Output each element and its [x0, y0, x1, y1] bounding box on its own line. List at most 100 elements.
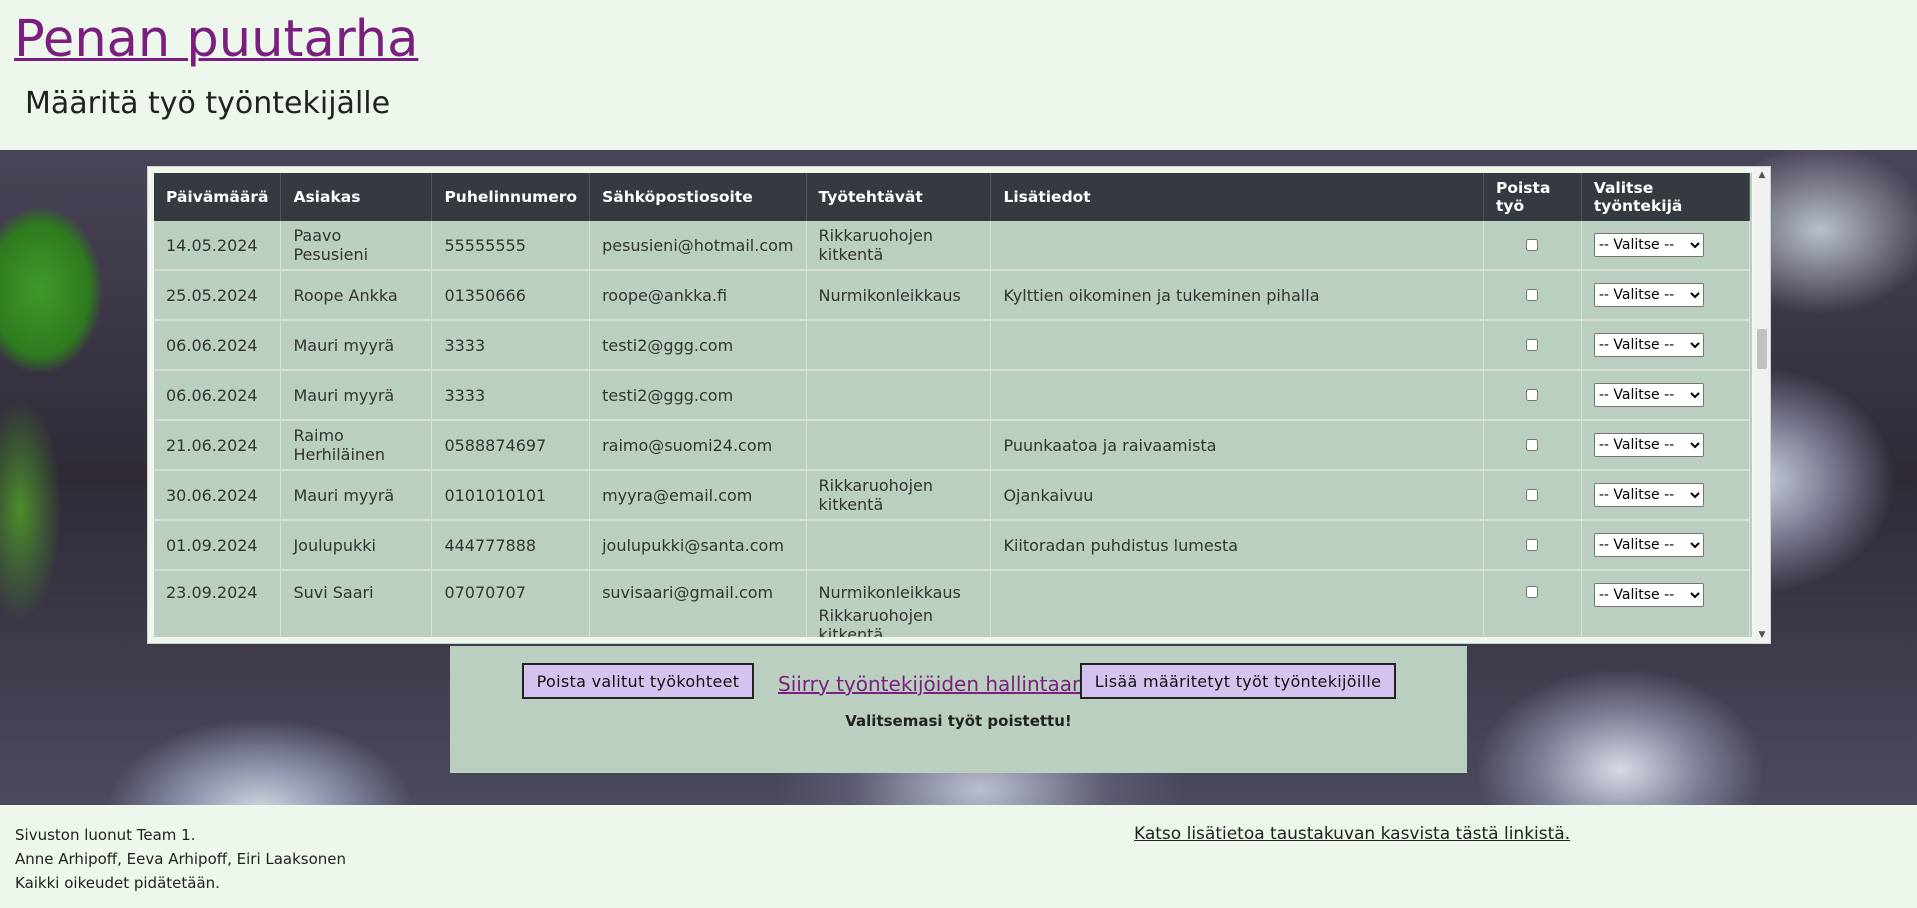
- cell-customer: Mauri myyrä: [280, 470, 433, 521]
- cell-worker: -- Valitse --: [1581, 420, 1751, 471]
- cell-delete: [1483, 320, 1582, 371]
- table-scrollbar[interactable]: ▲ ▼: [1754, 167, 1770, 643]
- delete-job-checkbox[interactable]: [1526, 338, 1539, 351]
- cell-customer: Mauri myyrä: [280, 370, 433, 421]
- cell-phone: 0588874697: [431, 420, 591, 471]
- header-customer: Asiakas: [280, 173, 433, 221]
- cell-delete: [1483, 270, 1582, 321]
- cell-email: pesusieni@hotmail.com: [589, 221, 807, 271]
- cell-worker: -- Valitse --: [1581, 570, 1751, 637]
- cell-tasks: [806, 320, 992, 371]
- cell-tasks: [806, 520, 992, 571]
- cell-tasks: Nurmikonleikkaus: [806, 270, 992, 321]
- cell-customer: Raimo Herhiläinen: [280, 420, 433, 471]
- cell-date: 30.06.2024: [154, 470, 282, 521]
- cell-tasks: Rikkaruohojen kitkentä: [806, 470, 992, 521]
- actions-panel: Poista valitut työkohteet Siirry työntek…: [450, 646, 1467, 773]
- cell-date: 23.09.2024: [154, 570, 282, 637]
- table-row: 06.06.2024 Mauri myyrä 3333 testi2@ggg.com -…: [154, 370, 1751, 421]
- manage-workers-link[interactable]: Siirry työntekijöiden hallintaan: [778, 672, 1085, 696]
- header-delete: Poista työ: [1483, 173, 1582, 221]
- worker-select[interactable]: -- Valitse --: [1593, 533, 1704, 557]
- header-date: Päivämäärä: [154, 173, 282, 221]
- cell-delete: [1483, 570, 1582, 637]
- cell-info: Puunkaatoa ja raivaamista: [990, 420, 1484, 471]
- header-worker: Valitse työntekijä: [1581, 173, 1751, 221]
- cell-tasks: Rikkaruohojen kitkentä: [806, 221, 992, 271]
- footer-line-2: Anne Arhipoff, Eeva Arhipoff, Eiri Laaks…: [15, 850, 347, 868]
- task-line: Rikkaruohojen kitkentä: [818, 606, 933, 637]
- footer-credits: Sivuston luonut Team 1. Anne Arhipoff, E…: [15, 823, 346, 895]
- cell-email: testi2@ggg.com: [589, 320, 807, 371]
- table-row: 21.06.2024 Raimo Herhiläinen 0588874697 rai…: [154, 420, 1751, 471]
- header-info: Lisätiedot: [990, 173, 1484, 221]
- footer-line-1: Sivuston luonut Team 1.: [15, 826, 196, 844]
- site-title-link[interactable]: Penan puutarha: [14, 8, 418, 72]
- cell-info: [990, 570, 1484, 637]
- cell-worker: -- Valitse --: [1581, 221, 1751, 271]
- page-title: Määritä työ työntekijälle: [25, 86, 391, 121]
- delete-job-checkbox[interactable]: [1526, 438, 1539, 451]
- cell-tasks: Nurmikonleikkaus Rikkaruohojen kitkentä: [806, 570, 992, 637]
- cell-date: 06.06.2024: [154, 370, 282, 421]
- assign-jobs-button[interactable]: Lisää määritetyt työt työntekijöille: [1080, 663, 1396, 699]
- scroll-down-icon[interactable]: ▼: [1754, 627, 1770, 643]
- background-info-link[interactable]: Katso lisätietoa taustakuvan kasvista tä…: [1134, 824, 1570, 844]
- worker-select[interactable]: -- Valitse --: [1593, 233, 1704, 257]
- header-phone: Puhelinnumero: [431, 173, 591, 221]
- delete-job-checkbox[interactable]: [1526, 586, 1539, 598]
- cell-phone: 55555555: [431, 221, 591, 271]
- cell-phone: 01350666: [431, 270, 591, 321]
- cell-customer: Mauri myyrä: [280, 320, 433, 371]
- cell-delete: [1483, 470, 1582, 521]
- task-line: Rikkaruohojen kitkentä: [818, 476, 933, 514]
- cell-date: 06.06.2024: [154, 320, 282, 371]
- cell-worker: -- Valitse --: [1581, 470, 1751, 521]
- cell-info: [990, 320, 1484, 371]
- table-row: 14.05.2024 Paavo Pesusieni 55555555 pesusie…: [154, 221, 1751, 271]
- header-tasks: Työtehtävät: [806, 173, 992, 221]
- scroll-up-icon[interactable]: ▲: [1754, 167, 1770, 183]
- cell-customer: Paavo Pesusieni: [280, 221, 433, 271]
- cell-customer: Joulupukki: [280, 520, 433, 571]
- cell-phone: 3333: [431, 370, 591, 421]
- table-row: 01.09.2024 Joulupukki 444777888 joulupukki@…: [154, 520, 1751, 571]
- cell-email: raimo@suomi24.com: [589, 420, 807, 471]
- cell-info: Kylttien oikominen ja tukeminen pihalla: [990, 270, 1484, 321]
- cell-date: 14.05.2024: [154, 221, 282, 271]
- table-row: 25.05.2024 Roope Ankka 01350666 roope@ankka…: [154, 270, 1751, 321]
- worker-select[interactable]: -- Valitse --: [1593, 333, 1704, 357]
- scrollbar-thumb[interactable]: [1757, 329, 1767, 369]
- jobs-table: Päivämäärä Asiakas Puhelinnumero Sähköpo…: [154, 173, 1751, 637]
- cell-date: 01.09.2024: [154, 520, 282, 571]
- delete-job-checkbox[interactable]: [1526, 488, 1539, 501]
- cell-worker: -- Valitse --: [1581, 370, 1751, 421]
- cell-date: 21.06.2024: [154, 420, 282, 471]
- cell-email: roope@ankka.fi: [589, 270, 807, 321]
- status-message: Valitsemasi työt poistettu!: [845, 712, 1072, 730]
- jobs-table-scroll-area[interactable]: Päivämäärä Asiakas Puhelinnumero Sähköpo…: [154, 173, 1752, 637]
- delete-job-checkbox[interactable]: [1526, 538, 1539, 551]
- delete-job-checkbox[interactable]: [1526, 288, 1539, 301]
- delete-job-checkbox[interactable]: [1526, 238, 1539, 251]
- cell-info: Ojankaivuu: [990, 470, 1484, 521]
- worker-select[interactable]: -- Valitse --: [1593, 583, 1704, 607]
- worker-select[interactable]: -- Valitse --: [1593, 483, 1704, 507]
- cell-tasks: [806, 370, 992, 421]
- cell-worker: -- Valitse --: [1581, 520, 1751, 571]
- delete-selected-button[interactable]: Poista valitut työkohteet: [522, 663, 754, 699]
- cell-info: [990, 221, 1484, 271]
- cell-email: suvisaari@gmail.com: [589, 570, 807, 637]
- delete-job-checkbox[interactable]: [1526, 388, 1539, 401]
- worker-select[interactable]: -- Valitse --: [1593, 283, 1704, 307]
- task-line: Nurmikonleikkaus: [818, 583, 961, 602]
- cell-date: 25.05.2024: [154, 270, 282, 321]
- cell-info: Kiitoradan puhdistus lumesta: [990, 520, 1484, 571]
- worker-select[interactable]: -- Valitse --: [1593, 433, 1704, 457]
- header-email: Sähköpostiosoite: [589, 173, 807, 221]
- cell-email: testi2@ggg.com: [589, 370, 807, 421]
- cell-info: [990, 370, 1484, 421]
- cell-delete: [1483, 420, 1582, 471]
- worker-select[interactable]: -- Valitse --: [1593, 383, 1704, 407]
- cell-customer: Roope Ankka: [280, 270, 433, 321]
